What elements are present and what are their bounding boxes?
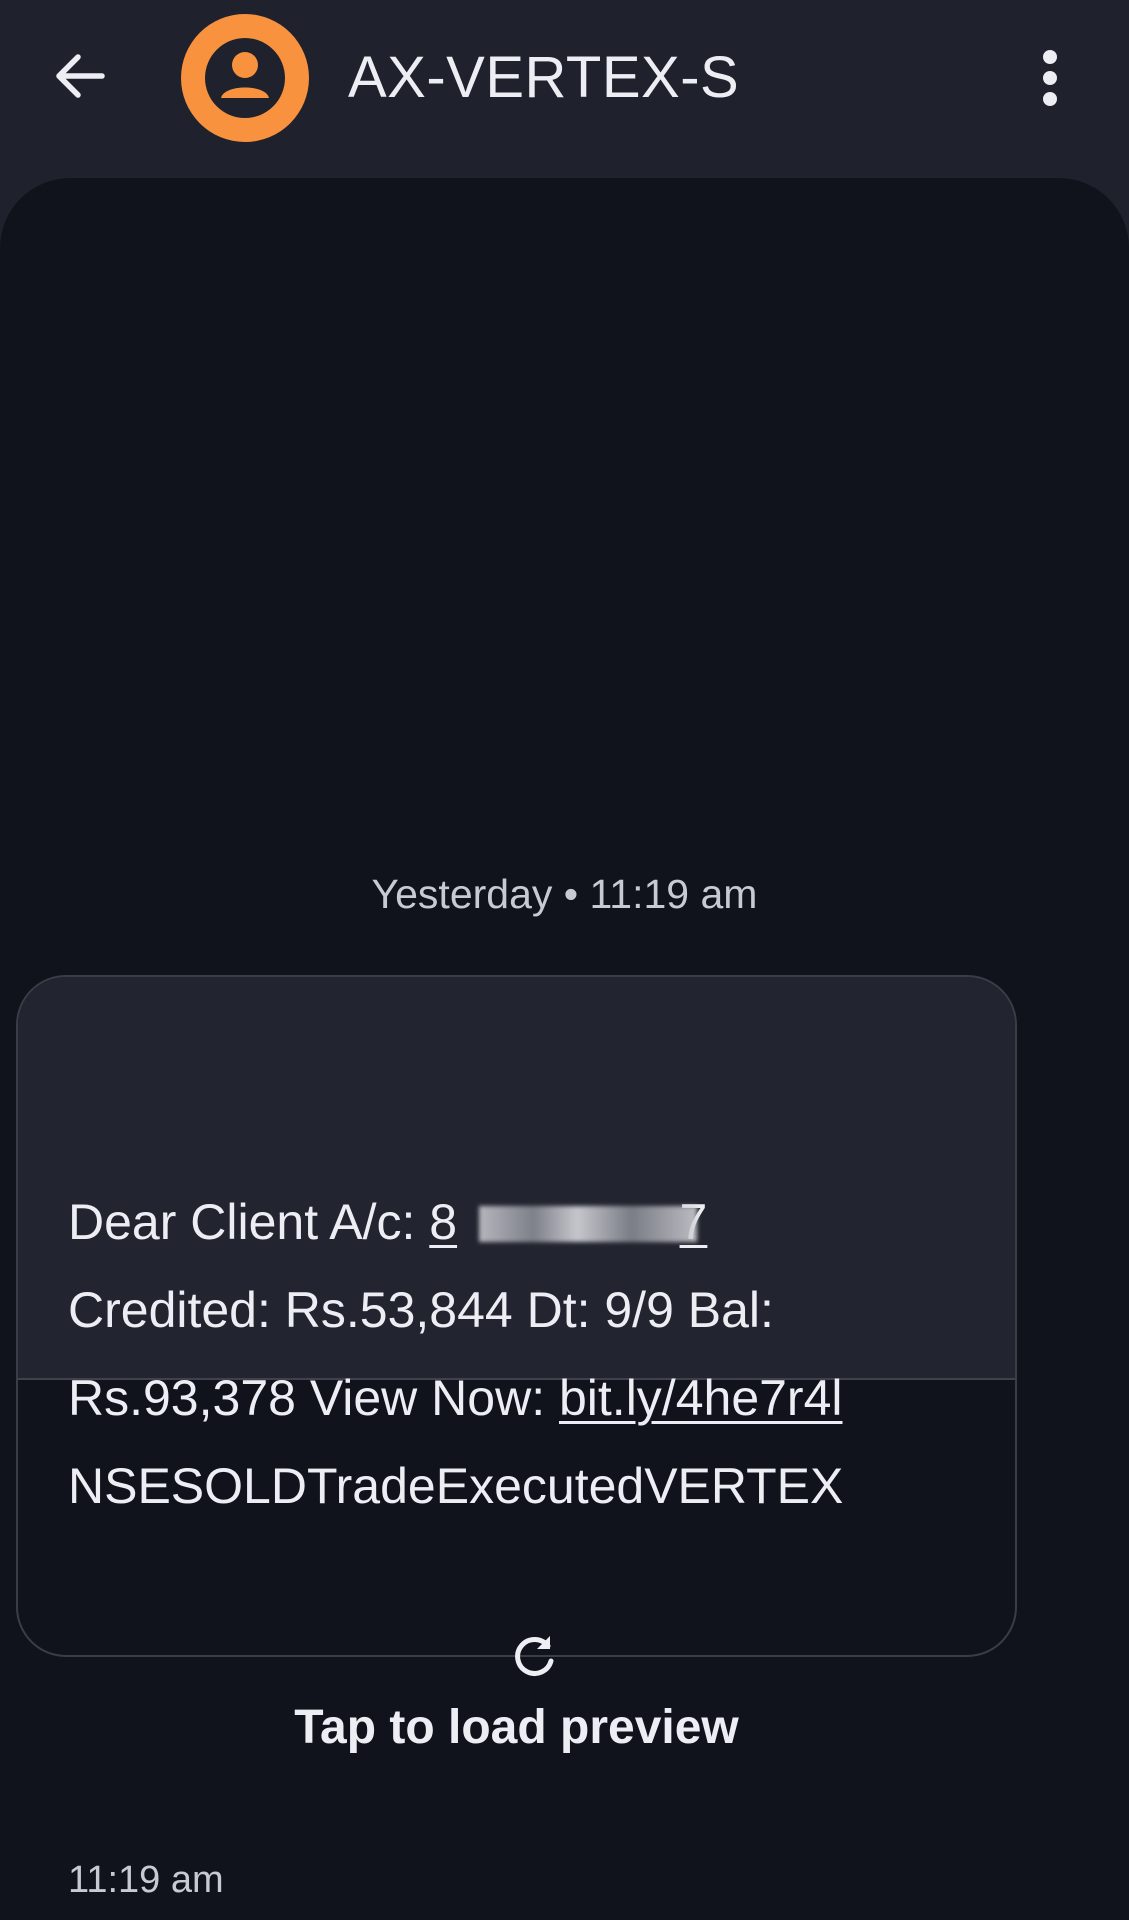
more-vertical-icon xyxy=(1043,50,1057,106)
account-number-link[interactable]: 8000000007 xyxy=(429,1194,707,1250)
load-preview-button[interactable]: Tap to load preview xyxy=(16,1558,1017,1835)
date-divider: Yesterday • 11:19 am xyxy=(371,871,758,917)
message-timestamp: 11:19 am xyxy=(68,1859,224,1901)
account-digit-first: 8 xyxy=(429,1194,458,1250)
back-button[interactable] xyxy=(44,40,116,112)
message-line-3: Rs.93,378 View Now: bit.ly/4he7r4l xyxy=(68,1368,843,1428)
message-line-1: Dear Client A/c: 8000000007 xyxy=(68,1192,707,1252)
more-options-button[interactable] xyxy=(1022,40,1078,116)
short-url-link[interactable]: bit.ly/4he7r4l xyxy=(559,1370,843,1426)
person-icon xyxy=(205,38,285,118)
arrow-left-icon xyxy=(56,54,105,98)
message-text: Rs.93,378 View Now: xyxy=(68,1370,559,1426)
messaging-app: AX-VERTEX-S Yesterday • 11:19 am Dear Cl… xyxy=(0,0,1129,1920)
preview-label: Tap to load preview xyxy=(294,1701,739,1754)
contact-name[interactable]: AX-VERTEX-S xyxy=(348,44,739,112)
contact-avatar[interactable] xyxy=(181,14,309,142)
redacted-account-digits: 00000000 xyxy=(457,1192,679,1252)
message-line-4: NSESOLDTradeExecutedVERTEX xyxy=(68,1458,844,1514)
message-text: Dear Client A/c: xyxy=(68,1194,430,1250)
message-line-2: Credited: Rs.53,844 Dt: 9/9 Bal: xyxy=(68,1282,774,1338)
refresh-icon xyxy=(515,1636,554,1676)
conversation-header: AX-VERTEX-S xyxy=(0,0,1129,178)
